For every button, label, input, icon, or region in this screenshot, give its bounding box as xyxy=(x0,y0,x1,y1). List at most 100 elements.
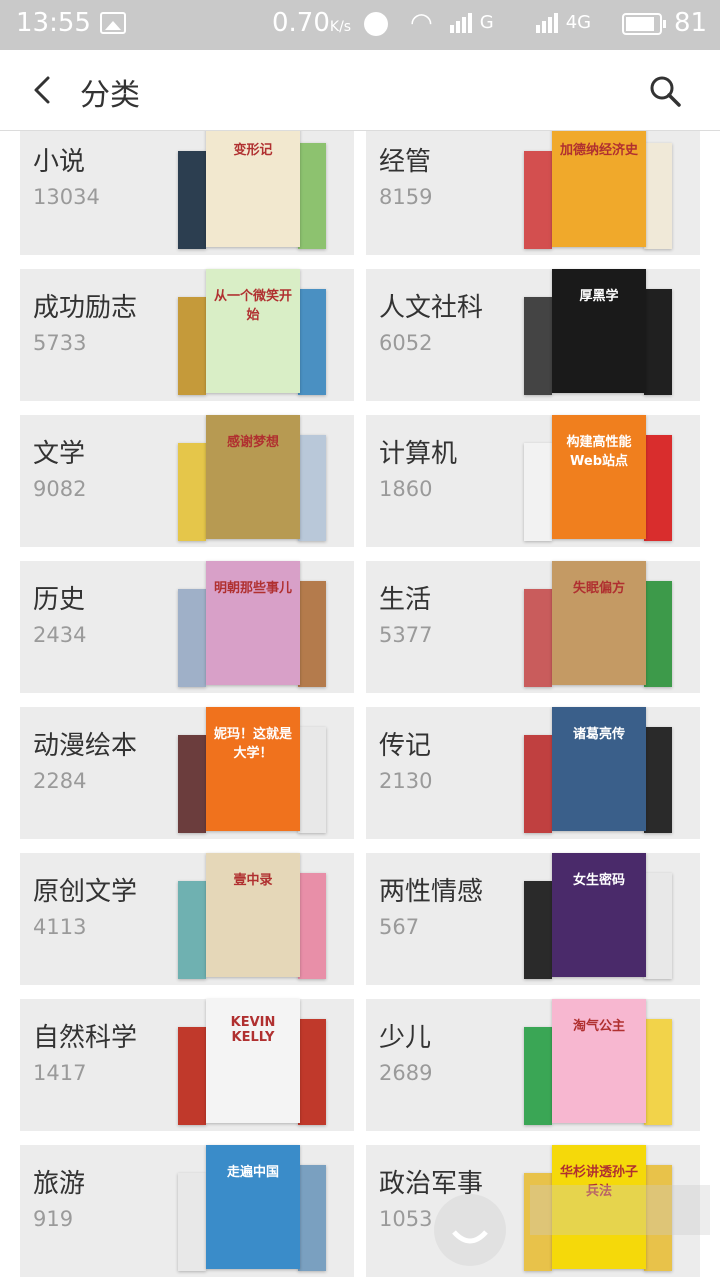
sim1-signal-icon: G xyxy=(450,12,494,33)
network-speed-value: 0.70 xyxy=(272,8,330,38)
category-count: 2689 xyxy=(379,1061,433,1085)
category-card[interactable]: 生活 5377 失眠偏方 xyxy=(366,561,700,693)
status-bar: 13:55 0.70K/s ◠ G 4G 81 xyxy=(0,0,720,50)
book-cover-left xyxy=(524,443,552,541)
category-card[interactable]: 少儿 2689 淘气公主 xyxy=(366,999,700,1131)
image-notification-icon xyxy=(100,12,126,34)
book-cover-title: 构建高性能Web站点 xyxy=(566,435,632,469)
book-cover-left xyxy=(178,297,206,395)
book-cover-right xyxy=(298,143,326,249)
category-card[interactable]: 人文社科 6052 厚黑学 xyxy=(366,269,700,401)
book-cover-front: 构建高性能Web站点 xyxy=(552,415,646,539)
status-time: 13:55 xyxy=(16,8,91,38)
book-cover-left xyxy=(524,735,552,833)
book-covers: KEVIN KELLY xyxy=(178,999,328,1131)
book-cover-title: 走遍中国 xyxy=(226,1165,279,1180)
book-cover-left xyxy=(178,1027,206,1125)
category-name: 少儿 xyxy=(379,1023,432,1053)
book-cover-front: 厚黑学 xyxy=(552,269,646,393)
category-count: 919 xyxy=(33,1207,74,1231)
book-cover-front: 从一个微笑开始 xyxy=(206,269,300,393)
category-name: 旅游 xyxy=(33,1169,86,1199)
book-covers: 感谢梦想 xyxy=(178,415,328,547)
category-count: 1053 xyxy=(379,1207,433,1231)
category-card[interactable]: 自然科学 1417 KEVIN KELLY xyxy=(20,999,354,1131)
category-name: 文学 xyxy=(33,439,86,469)
book-covers: 女生密码 xyxy=(524,853,674,985)
book-cover-front: 失眠偏方 xyxy=(552,561,646,685)
category-name: 生活 xyxy=(379,585,432,615)
book-cover-title: 女生密码 xyxy=(572,873,625,888)
book-cover-title: 感谢梦想 xyxy=(226,435,279,450)
category-count: 2130 xyxy=(379,769,433,793)
book-cover-right xyxy=(298,1019,326,1125)
book-cover-right xyxy=(298,1165,326,1271)
book-cover-title: 变形记 xyxy=(233,143,273,158)
book-cover-right xyxy=(644,143,672,249)
category-card[interactable]: 小说 13034 变形记 xyxy=(20,131,354,255)
category-count: 4113 xyxy=(33,915,87,939)
book-cover-front: 妮玛！这就是大学！ xyxy=(206,707,300,831)
book-cover-title: 妮玛！这就是大学！ xyxy=(213,727,292,761)
book-cover-title: 壹中录 xyxy=(233,873,273,888)
battery-icon xyxy=(622,13,666,35)
category-name: 人文社科 xyxy=(379,293,484,323)
book-cover-front: 壹中录 xyxy=(206,853,300,977)
category-card[interactable]: 传记 2130 诸葛亮传 xyxy=(366,707,700,839)
book-covers: 壹中录 xyxy=(178,853,328,985)
category-card[interactable]: 历史 2434 明朝那些事儿 xyxy=(20,561,354,693)
category-card[interactable]: 旅游 919 走遍中国 xyxy=(20,1145,354,1277)
category-card[interactable]: 原创文学 4113 壹中录 xyxy=(20,853,354,985)
category-card[interactable]: 经管 8159 加德纳经济史 xyxy=(366,131,700,255)
book-cover-front: 感谢梦想 xyxy=(206,415,300,539)
book-cover-title: 加德纳经济史 xyxy=(559,143,638,158)
category-count: 9082 xyxy=(33,477,87,501)
category-name: 两性情感 xyxy=(379,877,484,907)
category-count: 13034 xyxy=(33,185,100,209)
category-card[interactable]: 计算机 1860 构建高性能Web站点 xyxy=(366,415,700,547)
book-cover-right xyxy=(298,873,326,979)
sim2-network-type: 4G xyxy=(565,12,592,33)
book-covers: 厚黑学 xyxy=(524,269,674,401)
category-name: 小说 xyxy=(33,147,86,177)
category-count: 6052 xyxy=(379,331,433,355)
category-card[interactable]: 文学 9082 感谢梦想 xyxy=(20,415,354,547)
category-card[interactable]: 两性情感 567 女生密码 xyxy=(366,853,700,985)
book-cover-title: KEVIN KELLY xyxy=(230,1015,276,1045)
book-covers: 变形记 xyxy=(178,131,328,255)
book-cover-right xyxy=(644,435,672,541)
category-card[interactable]: 动漫绘本 2284 妮玛！这就是大学！ xyxy=(20,707,354,839)
category-count: 1860 xyxy=(379,477,433,501)
book-cover-left xyxy=(178,443,206,541)
book-cover-title: 明朝那些事儿 xyxy=(213,581,292,596)
category-name: 传记 xyxy=(379,731,432,761)
category-card[interactable]: 成功励志 5733 从一个微笑开始 xyxy=(20,269,354,401)
battery-level: 81 xyxy=(674,8,708,38)
category-name: 成功励志 xyxy=(33,293,138,323)
book-cover-left xyxy=(524,881,552,979)
book-cover-front: 明朝那些事儿 xyxy=(206,561,300,685)
wifi-icon: ◠ xyxy=(410,8,433,38)
book-cover-right xyxy=(644,289,672,395)
book-cover-title: 失眠偏方 xyxy=(572,581,625,596)
search-icon[interactable] xyxy=(648,74,682,108)
category-name: 经管 xyxy=(379,147,432,177)
watermark-logo xyxy=(434,1185,710,1266)
book-cover-front: KEVIN KELLY xyxy=(206,999,300,1123)
book-cover-left xyxy=(524,297,552,395)
book-cover-title: 诸葛亮传 xyxy=(572,727,625,742)
book-covers: 明朝那些事儿 xyxy=(178,561,328,693)
category-grid: 小说 13034 变形记 经管 8159 加德纳经济史 成功励志 5733 从一个微笑开始 人文社… xyxy=(0,131,720,1280)
book-cover-right xyxy=(298,289,326,395)
category-count: 5733 xyxy=(33,331,87,355)
category-name: 自然科学 xyxy=(33,1023,138,1053)
book-cover-left xyxy=(524,151,552,249)
book-cover-front: 诸葛亮传 xyxy=(552,707,646,831)
category-count: 5377 xyxy=(379,623,433,647)
network-speed-unit: K/s xyxy=(329,19,352,35)
book-cover-front: 女生密码 xyxy=(552,853,646,977)
book-cover-left xyxy=(178,589,206,687)
book-covers: 诸葛亮传 xyxy=(524,707,674,839)
chevron-left-icon[interactable] xyxy=(26,72,62,108)
category-count: 567 xyxy=(379,915,420,939)
